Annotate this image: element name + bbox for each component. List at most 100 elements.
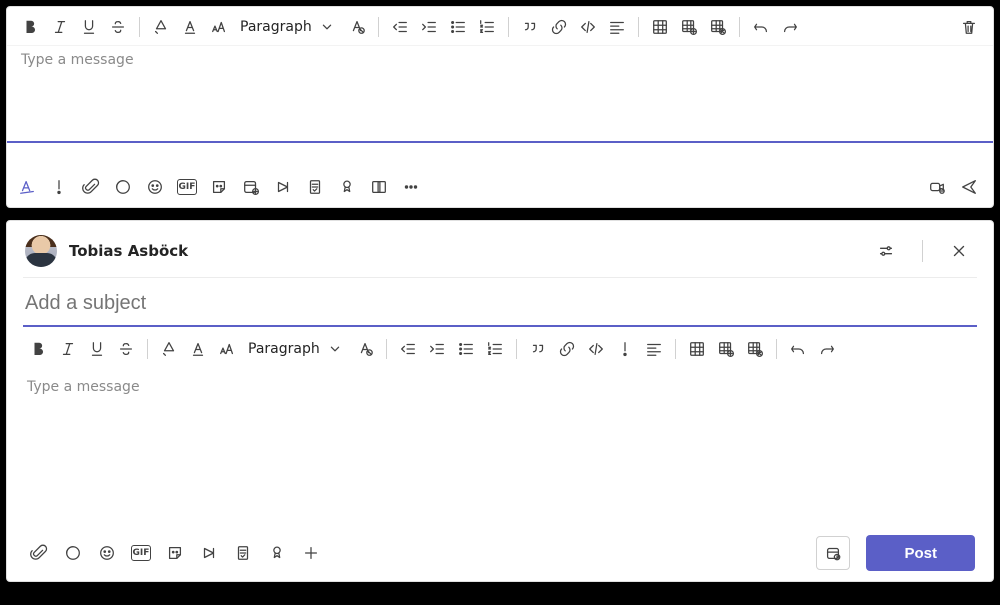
redo-button[interactable] [813, 335, 841, 363]
link-button[interactable] [553, 335, 581, 363]
underline-button[interactable] [83, 335, 111, 363]
outdent-button[interactable] [394, 335, 422, 363]
format-toolbar: Paragraph [7, 327, 993, 369]
separator [638, 17, 639, 37]
align-button[interactable] [603, 13, 631, 41]
clear-formatting-button[interactable] [351, 335, 379, 363]
loop-button[interactable] [109, 173, 137, 201]
indent-button[interactable] [423, 335, 451, 363]
italic-button[interactable] [54, 335, 82, 363]
bulleted-list-button[interactable] [452, 335, 480, 363]
numbered-list-button[interactable] [473, 13, 501, 41]
redo-button[interactable] [776, 13, 804, 41]
stream-button[interactable] [195, 539, 223, 567]
compose-header: Tobias Asböck [7, 231, 993, 277]
undo-button[interactable] [784, 335, 812, 363]
approvals-button[interactable] [301, 173, 329, 201]
stream-button[interactable] [269, 173, 297, 201]
separator [508, 17, 509, 37]
separator [147, 339, 148, 359]
quote-button[interactable] [516, 13, 544, 41]
importance-button[interactable] [611, 335, 639, 363]
header-divider [23, 277, 977, 278]
emoji-button[interactable] [93, 539, 121, 567]
loop-button[interactable] [59, 539, 87, 567]
attach-button[interactable] [25, 539, 53, 567]
schedule-icon [824, 544, 842, 562]
align-button[interactable] [640, 335, 668, 363]
strikethrough-button[interactable] [112, 335, 140, 363]
insert-table-button[interactable] [646, 13, 674, 41]
format-toolbar: Paragraph [7, 7, 993, 45]
options-button[interactable] [870, 235, 902, 267]
bold-button[interactable] [17, 13, 45, 41]
separator [776, 339, 777, 359]
link-button[interactable] [545, 13, 573, 41]
praise-button[interactable] [263, 539, 291, 567]
separator [675, 339, 676, 359]
gif-button[interactable]: GIF [173, 173, 201, 201]
italic-button[interactable] [46, 13, 74, 41]
schedule-message-button[interactable] [237, 173, 265, 201]
clear-formatting-button[interactable] [343, 13, 371, 41]
strikethrough-button[interactable] [104, 13, 132, 41]
send-button[interactable] [955, 173, 983, 201]
font-size-button[interactable] [205, 13, 233, 41]
indent-button[interactable] [415, 13, 443, 41]
undo-button[interactable] [747, 13, 775, 41]
compose-pane-new: Tobias Asböck Paragraph [6, 220, 994, 582]
approvals-button[interactable] [229, 539, 257, 567]
subject-input[interactable] [23, 288, 977, 327]
font-color-button[interactable] [176, 13, 204, 41]
add-app-button[interactable] [297, 539, 325, 567]
sticker-button[interactable] [205, 173, 233, 201]
separator [739, 17, 740, 37]
table-delete-button[interactable] [741, 335, 769, 363]
paragraph-style-dropdown[interactable]: Paragraph [234, 13, 342, 41]
highlight-button[interactable] [155, 335, 183, 363]
format-toggle-button[interactable] [13, 173, 41, 201]
font-size-button[interactable] [213, 335, 241, 363]
underline-button[interactable] [75, 13, 103, 41]
outdent-button[interactable] [386, 13, 414, 41]
schedule-send-button[interactable] [816, 536, 850, 570]
compose-actions: GIF Post [25, 535, 975, 571]
font-color-button[interactable] [184, 335, 212, 363]
separator [139, 17, 140, 37]
viva-button[interactable] [365, 173, 393, 201]
author-name: Tobias Asböck [69, 242, 188, 260]
separator [922, 240, 923, 262]
attach-button[interactable] [77, 173, 105, 201]
table-add-button[interactable] [675, 13, 703, 41]
importance-button[interactable] [45, 173, 73, 201]
video-clip-button[interactable] [923, 173, 951, 201]
message-input[interactable]: Type a message [7, 369, 993, 465]
code-snippet-button[interactable] [574, 13, 602, 41]
paragraph-label: Paragraph [248, 341, 320, 357]
author-avatar[interactable] [25, 235, 57, 267]
emoji-button[interactable] [141, 173, 169, 201]
paragraph-label: Paragraph [240, 19, 312, 35]
quote-button[interactable] [524, 335, 552, 363]
delete-button[interactable] [955, 13, 983, 41]
insert-table-button[interactable] [683, 335, 711, 363]
praise-button[interactable] [333, 173, 361, 201]
code-snippet-button[interactable] [582, 335, 610, 363]
table-add-button[interactable] [712, 335, 740, 363]
gif-button[interactable]: GIF [127, 539, 155, 567]
bulleted-list-button[interactable] [444, 13, 472, 41]
gif-icon: GIF [131, 545, 151, 561]
compose-pane-legacy: Paragraph Type a message GIF [6, 6, 994, 208]
table-delete-button[interactable] [704, 13, 732, 41]
message-input[interactable]: Type a message [7, 45, 993, 143]
sticker-button[interactable] [161, 539, 189, 567]
more-actions-button[interactable] [397, 173, 425, 201]
highlight-button[interactable] [147, 13, 175, 41]
close-button[interactable] [943, 235, 975, 267]
numbered-list-button[interactable] [481, 335, 509, 363]
post-button[interactable]: Post [866, 535, 975, 571]
chevron-down-icon [326, 340, 344, 358]
paragraph-style-dropdown[interactable]: Paragraph [242, 335, 350, 363]
bold-button[interactable] [25, 335, 53, 363]
message-placeholder: Type a message [27, 379, 140, 395]
